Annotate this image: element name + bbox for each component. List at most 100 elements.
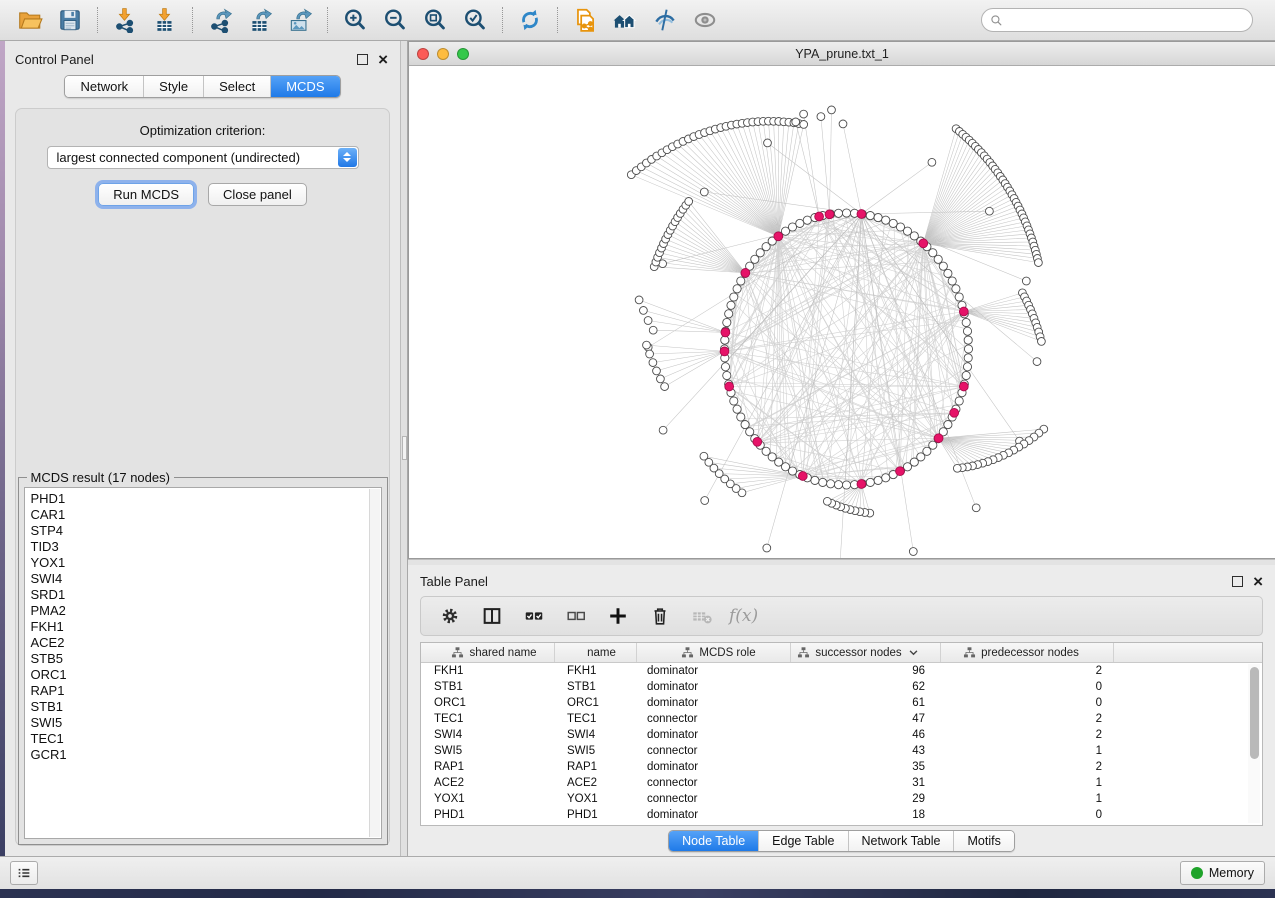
column-header-shared-name[interactable]: shared name (421, 643, 555, 662)
refresh-button[interactable] (510, 3, 550, 37)
table-scrollbar-thumb[interactable] (1250, 667, 1259, 759)
table-row-ACE2[interactable]: ACE2 ACE2 connector 31 1 (421, 775, 1262, 791)
mcds-panel: Optimization criterion: largest connecte… (15, 108, 390, 846)
table-toolbar: f(x) (420, 596, 1263, 636)
export-network-button[interactable] (200, 3, 240, 37)
column-header-successor-nodes[interactable]: successor nodes (791, 643, 941, 662)
column-header-MCDS-role[interactable]: MCDS role (637, 643, 791, 662)
tab-edge-table[interactable]: Edge Table (758, 831, 847, 851)
memory-button[interactable]: Memory (1180, 861, 1265, 885)
export-table-button[interactable] (240, 3, 280, 37)
save-button[interactable] (50, 3, 90, 37)
table-row-STB1[interactable]: STB1 STB1 dominator 62 0 (421, 679, 1262, 695)
mcds-result-item[interactable]: STP4 (31, 523, 381, 539)
tab-style[interactable]: Style (143, 76, 203, 97)
toolbar-separator (97, 7, 98, 33)
unselect-all-button[interactable] (557, 600, 595, 632)
select-all-button[interactable] (515, 600, 553, 632)
mcds-result-item[interactable]: RAP1 (31, 683, 381, 699)
task-history-button[interactable] (10, 861, 38, 885)
mcds-result-item[interactable]: STB1 (31, 699, 381, 715)
columns-icon (481, 605, 503, 627)
clone-network-button[interactable] (565, 3, 605, 37)
open-file-button[interactable] (10, 3, 50, 37)
unselect-all-icon (565, 605, 587, 627)
first-neighbors-button[interactable] (605, 3, 645, 37)
import-table-button[interactable] (145, 3, 185, 37)
close-panel-action-button[interactable]: Close panel (208, 183, 307, 206)
mcds-result-item[interactable]: YOX1 (31, 555, 381, 571)
column-header-predecessor-nodes[interactable]: predecessor nodes (941, 643, 1114, 662)
tab-select[interactable]: Select (203, 76, 270, 97)
column-type-icon (681, 646, 694, 659)
search-box[interactable] (981, 8, 1253, 32)
mcds-result-item[interactable]: PHD1 (31, 491, 381, 507)
table-row-FKH1[interactable]: FKH1 FKH1 dominator 96 2 (421, 663, 1262, 679)
network-canvas[interactable] (409, 66, 1275, 558)
mcds-result-item[interactable]: PMA2 (31, 603, 381, 619)
import-network-button[interactable] (105, 3, 145, 37)
zoom-fit-button[interactable] (415, 3, 455, 37)
add-column-button[interactable] (599, 600, 637, 632)
node-table: shared namenameMCDS rolesuccessor nodesp… (420, 642, 1263, 826)
search-input[interactable] (1008, 10, 1244, 30)
zoom-selected-button[interactable] (455, 3, 495, 37)
mcds-result-item[interactable]: TEC1 (31, 731, 381, 747)
table-row-RAP1[interactable]: RAP1 RAP1 dominator 35 2 (421, 759, 1262, 775)
zoom-fit-icon (422, 7, 448, 33)
gear-icon (439, 605, 461, 627)
hide-selected-icon (652, 7, 678, 33)
mcds-result-item[interactable]: GCR1 (31, 747, 381, 763)
mcds-result-item[interactable]: ORC1 (31, 667, 381, 683)
toolbar-separator (327, 7, 328, 33)
delete-table-button[interactable] (683, 600, 721, 632)
optimization-criterion-label: Optimization criterion: (140, 123, 266, 138)
export-image-button[interactable] (280, 3, 320, 37)
show-hidden-button[interactable] (685, 3, 725, 37)
table-scrollbar[interactable] (1248, 664, 1260, 823)
mcds-result-item[interactable]: STB5 (31, 651, 381, 667)
import-table-icon (152, 7, 178, 33)
mcds-result-item[interactable]: SRD1 (31, 587, 381, 603)
tab-network[interactable]: Network (65, 76, 143, 97)
table-row-YOX1[interactable]: YOX1 YOX1 connector 29 1 (421, 791, 1262, 807)
table-row-SWI4[interactable]: SWI4 SWI4 dominator 46 2 (421, 727, 1262, 743)
table-row-PHD1[interactable]: PHD1 PHD1 dominator 18 0 (421, 807, 1262, 823)
save-icon (57, 7, 83, 33)
zoom-out-icon (382, 7, 408, 33)
result-list-scrollbar[interactable] (369, 489, 380, 837)
table-row-ORC1[interactable]: ORC1 ORC1 dominator 61 0 (421, 695, 1262, 711)
select-stepper-icon (338, 148, 357, 167)
mcds-result-item[interactable]: ACE2 (31, 635, 381, 651)
network-titlebar[interactable]: YPA_prune.txt_1 (409, 42, 1275, 66)
hide-selected-button[interactable] (645, 3, 685, 37)
fx-function-builder-icon[interactable]: f(x) (725, 606, 758, 626)
mcds-result-item[interactable]: CAR1 (31, 507, 381, 523)
float-panel-button[interactable] (357, 54, 368, 65)
tab-network-table[interactable]: Network Table (848, 831, 954, 851)
tab-motifs[interactable]: Motifs (953, 831, 1013, 851)
mcds-result-list[interactable]: PHD1CAR1STP4TID3YOX1SWI4SRD1PMA2FKH1ACE2… (24, 487, 382, 839)
optimization-criterion-select[interactable]: largest connected component (undirected) (47, 146, 359, 169)
tab-mcds[interactable]: MCDS (270, 76, 339, 97)
close-table-panel-button[interactable]: × (1253, 576, 1263, 587)
add-column-icon (607, 605, 629, 627)
run-mcds-button[interactable]: Run MCDS (98, 183, 194, 206)
mcds-result-item[interactable]: TID3 (31, 539, 381, 555)
columns-button[interactable] (473, 600, 511, 632)
delete-column-icon (649, 605, 671, 627)
mcds-result-item[interactable]: SWI5 (31, 715, 381, 731)
tab-node-table[interactable]: Node Table (669, 831, 758, 851)
vertical-splitter[interactable] (400, 41, 408, 856)
zoom-out-button[interactable] (375, 3, 415, 37)
close-panel-button[interactable]: × (378, 54, 388, 65)
delete-column-button[interactable] (641, 600, 679, 632)
table-row-TEC1[interactable]: TEC1 TEC1 connector 47 2 (421, 711, 1262, 727)
zoom-in-button[interactable] (335, 3, 375, 37)
float-table-panel-button[interactable] (1232, 576, 1243, 587)
mcds-result-item[interactable]: SWI4 (31, 571, 381, 587)
mcds-result-item[interactable]: FKH1 (31, 619, 381, 635)
gear-button[interactable] (431, 600, 469, 632)
column-header-name[interactable]: name (555, 643, 637, 662)
table-row-SWI5[interactable]: SWI5 SWI5 connector 43 1 (421, 743, 1262, 759)
